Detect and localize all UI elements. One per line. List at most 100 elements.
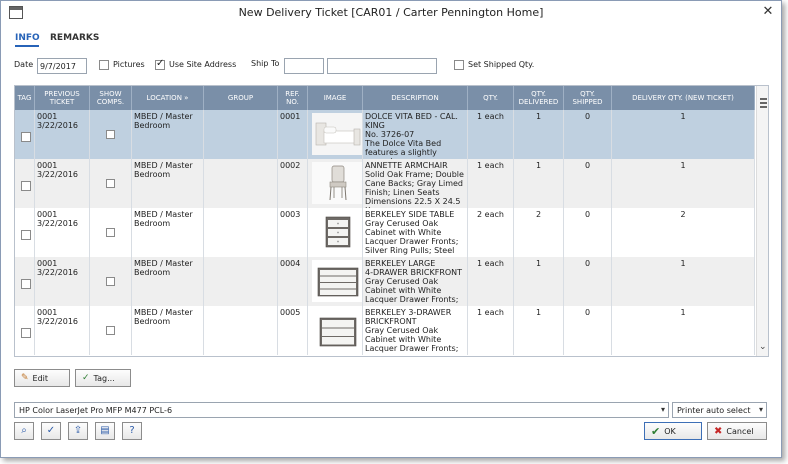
tag-button[interactable]: ✓ Tag... (75, 369, 131, 387)
col-description[interactable]: DESCRIPTION (363, 86, 468, 110)
edit-button-label: Edit (32, 373, 49, 383)
search-icon[interactable]: ⌕ (14, 422, 34, 440)
printer-select[interactable]: HP Color LaserJet Pro MFP M477 PCL-6 ▾ (14, 402, 669, 418)
col-image[interactable]: IMAGE (308, 86, 363, 110)
side-table-image (312, 211, 362, 253)
location-cell: MBED / Master Bedroom (132, 159, 204, 208)
delivery-qty-cell[interactable]: 2 (612, 208, 755, 257)
prev-ticket-date: 3/22/2016 (37, 121, 79, 130)
description-cell: DOLCE VITA BED - CAL. KING No. 3726-07 T… (363, 110, 468, 159)
prev-ticket-date: 3/22/2016 (37, 170, 79, 179)
check-tag-icon: ✓ (82, 373, 90, 383)
qty-shipped-cell: 0 (564, 306, 612, 355)
group-cell (204, 110, 278, 159)
scroll-thumb[interactable] (760, 98, 767, 108)
col-qty-delivered[interactable]: QTY. DELIVERED (514, 86, 564, 110)
pencil-icon: ✎ (21, 373, 29, 383)
location-cell: MBED / Master Bedroom (132, 306, 204, 355)
prev-ticket-number: 0001 (37, 210, 58, 219)
show-comps-checkbox[interactable] (106, 326, 115, 335)
table-row[interactable]: 0001 3/22/2016 MBED / Master Bedroom 0004 (15, 257, 755, 306)
qty-delivered-cell: 1 (514, 306, 564, 355)
qty-cell: 2 each (468, 208, 514, 257)
grid-body: 0001 3/22/2016 MBED / Master Bedroom 0001… (15, 110, 755, 356)
description-cell: BERKELEY SIDE TABLE Gray Cerused Oak Cab… (363, 208, 468, 257)
printer-name: HP Color LaserJet Pro MFP M477 PCL-6 (19, 406, 173, 415)
table-row[interactable]: 0001 3/22/2016 MBED / Master Bedroom 0003 (15, 208, 755, 257)
row-tag-checkbox[interactable] (21, 132, 31, 142)
title-bar: New Delivery Ticket [CAR01 / Carter Penn… (1, 1, 781, 25)
export-icon[interactable]: ⇪ (68, 422, 88, 440)
print-preview-icon[interactable]: ▤ (95, 422, 115, 440)
show-comps-checkbox[interactable] (106, 277, 115, 286)
table-row[interactable]: 0001 3/22/2016 MBED / Master Bedroom 0001… (15, 110, 755, 159)
spellcheck-icon[interactable]: ✓ (41, 422, 61, 440)
row-tag-checkbox[interactable] (21, 181, 31, 191)
ref-cell: 0004 (278, 257, 308, 306)
row-tag-checkbox[interactable] (21, 279, 31, 289)
qty-shipped-cell: 0 (564, 159, 612, 208)
set-shipped-qty-checkbox[interactable] (454, 60, 464, 70)
table-row[interactable]: 0001 3/22/2016 MBED / Master Bedroom 0002 (15, 159, 755, 208)
printer-mode-select[interactable]: Printer auto select ▾ (672, 402, 767, 418)
date-field[interactable]: 9/7/2017 (37, 58, 87, 74)
grid-header: TAG PREVIOUS TICKET SHOW COMPS. LOCATION… (15, 86, 755, 110)
group-cell (204, 208, 278, 257)
col-delivery-qty-new[interactable]: DELIVERY QTY. (NEW TICKET) (612, 86, 755, 110)
col-location[interactable]: LOCATION » (132, 86, 204, 110)
qty-cell: 1 each (468, 306, 514, 355)
window-title: New Delivery Ticket [CAR01 / Carter Penn… (238, 6, 544, 19)
date-label: Date (14, 60, 34, 69)
bed-image (312, 113, 362, 155)
items-grid: TAG PREVIOUS TICKET SHOW COMPS. LOCATION… (14, 85, 769, 357)
ship-to-name-field[interactable] (327, 58, 437, 74)
show-comps-checkbox[interactable] (106, 228, 115, 237)
show-comps-checkbox[interactable] (106, 179, 115, 188)
description-cell: ANNETTE ARMCHAIR Solid Oak Frame; Double… (363, 159, 468, 208)
col-ref-no[interactable]: REF. NO. (278, 86, 308, 110)
location-cell: MBED / Master Bedroom (132, 208, 204, 257)
pictures-checkbox[interactable] (99, 60, 109, 70)
delivery-qty-cell[interactable]: 1 (612, 110, 755, 159)
armchair-image (312, 162, 362, 204)
close-icon[interactable]: ✕ (759, 3, 777, 21)
help-icon[interactable]: ? (122, 422, 142, 440)
scroll-down-icon[interactable]: ⌄ (759, 342, 767, 352)
row-tag-checkbox[interactable] (21, 328, 31, 338)
prev-ticket-number: 0001 (37, 112, 58, 121)
location-cell: MBED / Master Bedroom (132, 110, 204, 159)
tab-remarks[interactable]: REMARKS (50, 33, 99, 43)
edit-button[interactable]: ✎ Edit (14, 369, 70, 387)
cancel-button[interactable]: ✖ Cancel (707, 422, 767, 440)
col-group[interactable]: GROUP (204, 86, 278, 110)
table-row[interactable]: 0001 3/22/2016 MBED / Master Bedroom 0005… (15, 306, 755, 355)
ref-cell: 0003 (278, 208, 308, 257)
qty-delivered-cell: 1 (514, 110, 564, 159)
ok-button-label: OK (664, 426, 676, 436)
grid-scrollbar[interactable]: ⌄ (756, 86, 768, 356)
prev-ticket-date: 3/22/2016 (37, 219, 79, 228)
ship-to-code-field[interactable] (284, 58, 324, 74)
col-tag[interactable]: TAG (15, 86, 35, 110)
use-site-address-checkbox[interactable] (155, 58, 165, 70)
ok-button[interactable]: ✔ OK (644, 422, 702, 440)
ref-cell: 0001 (278, 110, 308, 159)
qty-delivered-cell: 2 (514, 208, 564, 257)
qty-cell: 1 each (468, 257, 514, 306)
prev-ticket-number: 0001 (37, 308, 58, 317)
qty-cell: 1 each (468, 159, 514, 208)
row-tag-checkbox[interactable] (21, 230, 31, 240)
ship-to-label: Ship To (251, 59, 280, 68)
delivery-qty-cell[interactable]: 1 (612, 257, 755, 306)
col-previous-ticket[interactable]: PREVIOUS TICKET (35, 86, 90, 110)
delivery-qty-cell[interactable]: 1 (612, 306, 755, 355)
col-qty[interactable]: QTY. (468, 86, 514, 110)
col-show-comps[interactable]: SHOW COMPS. (90, 86, 132, 110)
set-shipped-qty-label: Set Shipped Qty. (468, 60, 535, 69)
dresser-image (312, 309, 362, 351)
delivery-qty-cell[interactable]: 1 (612, 159, 755, 208)
tab-info[interactable]: INFO (15, 33, 40, 43)
show-comps-checkbox[interactable] (106, 130, 115, 139)
col-qty-shipped[interactable]: QTY. SHIPPED (564, 86, 612, 110)
description-cell: BERKELEY LARGE 4-DRAWER BRICKFRONT Gray … (363, 257, 468, 306)
